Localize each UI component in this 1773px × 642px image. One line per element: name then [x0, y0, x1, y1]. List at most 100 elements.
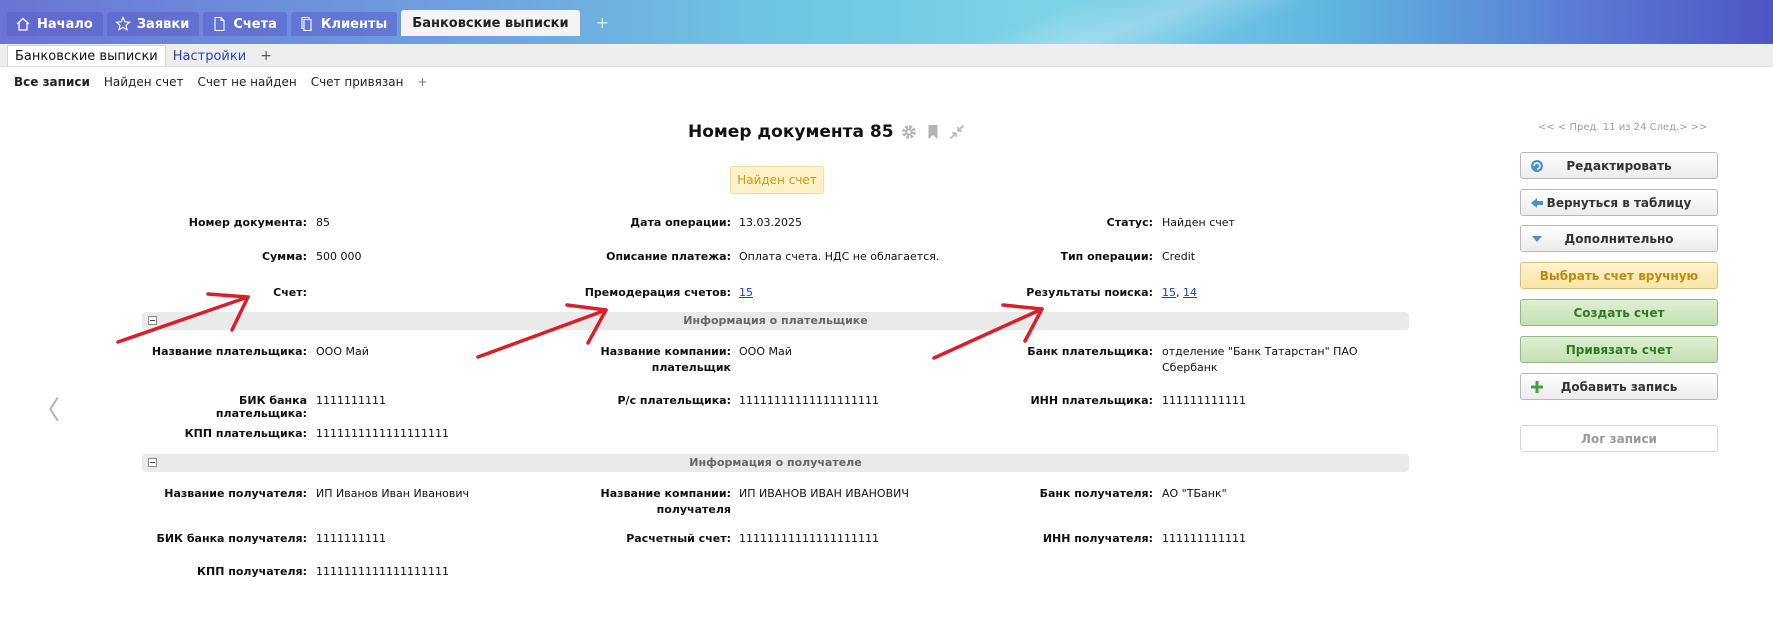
tab-clients[interactable]: Клиенты: [290, 12, 398, 36]
add-tab-button[interactable]: +: [596, 13, 609, 32]
sub-tabs: Банковские выписки Настройки +: [7, 44, 279, 66]
payer-company-label: Название компании: плательщик: [560, 345, 731, 374]
add-record-label: Добавить запись: [1560, 379, 1678, 394]
filter-all[interactable]: Все записи: [14, 75, 90, 89]
payer-company-label-line1: Название компании:: [600, 345, 731, 358]
status-value: Найден счет: [1162, 216, 1235, 229]
payer-name-value: ООО Май: [316, 345, 369, 358]
amount-value: 500 000: [316, 250, 362, 263]
edit-button[interactable]: Редактировать: [1520, 152, 1718, 179]
receiver-company-value: ИП ИВАНОВ ИВАН ИВАНОВИЧ: [739, 487, 909, 500]
payer-bik-value: 1111111111: [316, 394, 386, 407]
create-invoice-label: Создать счет: [1573, 305, 1665, 320]
choose-invoice-manually-button[interactable]: Выбрать счет вручную: [1520, 262, 1718, 289]
payer-rs-label: Р/с плательщика:: [617, 394, 731, 407]
receiver-section-header[interactable]: Информация о получателе: [142, 454, 1409, 472]
home-icon: [16, 17, 30, 31]
receiver-company-label: Название компании: получателя: [560, 487, 731, 516]
receiver-company-label-line2: получателя: [656, 503, 731, 516]
receiver-section-title: Информация о получателе: [689, 456, 862, 469]
link-invoice-button[interactable]: Привязать счет: [1520, 336, 1718, 363]
refresh-icon: [1531, 160, 1543, 172]
subtab-settings[interactable]: Настройки: [166, 46, 253, 66]
record-log-button[interactable]: Лог записи: [1520, 425, 1718, 452]
record-pager[interactable]: << < Пред. 11 из 24 След.> >>: [1538, 122, 1708, 133]
search-results-label: Результаты поиска:: [1026, 286, 1153, 299]
tab-requests[interactable]: Заявки: [106, 12, 200, 36]
payer-section-title: Информация о плательщике: [683, 314, 868, 327]
payer-inn-value: 111111111111: [1162, 394, 1246, 407]
payer-kpp-label: КПП плательщика:: [184, 427, 307, 440]
previous-record-arrow-icon[interactable]: 〈: [34, 390, 60, 427]
tab-home[interactable]: Начало: [7, 12, 103, 36]
receiver-bik-label: БИК банка получателя:: [156, 532, 307, 545]
payer-rs-value: 11111111111111111111: [739, 394, 879, 407]
back-to-table-button[interactable]: Вернуться в таблицу: [1520, 189, 1718, 216]
subtab-add-button[interactable]: +: [253, 46, 279, 66]
document-icon: [214, 16, 225, 32]
create-invoice-button[interactable]: Создать счет: [1520, 299, 1718, 326]
gear-icon[interactable]: [900, 123, 918, 141]
subtab-bank-statements[interactable]: Банковские выписки: [7, 45, 166, 66]
filter-linked[interactable]: Счет привязан: [311, 75, 404, 89]
op-type-label: Тип операции:: [1060, 250, 1153, 263]
receiver-bank-value: АО "ТБанк": [1162, 487, 1227, 500]
more-button-label: Дополнительно: [1564, 231, 1674, 246]
receiver-name-label: Название получателя:: [164, 487, 307, 500]
receiver-account-label: Расчетный счет:: [626, 532, 731, 545]
more-button[interactable]: Дополнительно: [1520, 225, 1718, 252]
status-label: Статус:: [1106, 216, 1153, 229]
search-result-link[interactable]: 15: [1162, 286, 1176, 299]
payer-section-header[interactable]: Информация о плательщике: [142, 312, 1409, 330]
record-log-label: Лог записи: [1581, 431, 1657, 446]
add-record-button[interactable]: Добавить запись: [1520, 373, 1718, 400]
status-badge: Найден счет: [730, 166, 824, 194]
plus-icon: [1531, 381, 1543, 393]
receiver-kpp-value: 1111111111111111111: [316, 565, 449, 578]
payer-name-label: Название плательщика:: [151, 345, 307, 358]
tab-clients-label: Клиенты: [320, 16, 388, 32]
doc-number-label: Номер документа:: [188, 216, 307, 229]
search-result-link[interactable]: 14: [1183, 286, 1197, 299]
topbar-decoration: [940, 0, 1300, 44]
payer-inn-label: ИНН плательщика:: [1030, 394, 1153, 407]
receiver-company-label-line1: Название компании:: [600, 487, 731, 500]
tab-invoices-label: Счета: [233, 16, 277, 32]
collapse-icon[interactable]: [948, 123, 966, 141]
sub-tab-bar: Банковские выписки Настройки +: [0, 44, 1773, 67]
bookmark-icon[interactable]: [924, 123, 942, 141]
receiver-bik-value: 1111111111: [316, 532, 386, 545]
copy-icon: [301, 16, 312, 32]
record-header: Номер документа 85: [688, 122, 966, 142]
premoderation-label: Премодерация счетов:: [584, 286, 731, 299]
receiver-account-value: 11111111111111111111: [739, 532, 879, 545]
op-type-value: Credit: [1162, 250, 1196, 263]
filter-bar: Все записи Найден счет Счет не найден Сч…: [14, 75, 428, 89]
payer-bik-label: БИК банка плательщика:: [215, 394, 307, 420]
payer-bank-value-line1: отделение "Банк Татарстан" ПАО: [1162, 345, 1358, 358]
op-date-value: 13.03.2025: [739, 216, 802, 229]
pay-desc-label: Описание платежа:: [606, 250, 731, 263]
account-label: Счет:: [273, 286, 307, 299]
arrow-left-icon: [1531, 198, 1543, 208]
amount-label: Сумма:: [261, 250, 307, 263]
choose-invoice-manually-label: Выбрать счет вручную: [1539, 268, 1699, 283]
pay-desc-value: Оплата счета. НДС не облагается.: [739, 250, 940, 263]
search-results-value: 15, 14: [1162, 286, 1197, 299]
link-invoice-label: Привязать счет: [1565, 342, 1673, 357]
filter-add-button[interactable]: +: [417, 75, 427, 89]
back-to-table-label: Вернуться в таблицу: [1546, 195, 1692, 210]
star-icon: [114, 16, 131, 31]
doc-number-value: 85: [316, 216, 330, 229]
tab-bank-statements[interactable]: Банковские выписки: [401, 10, 580, 36]
edit-button-label: Редактировать: [1566, 158, 1672, 173]
receiver-inn-value: 111111111111: [1162, 532, 1246, 545]
filter-not-found[interactable]: Счет не найден: [197, 75, 296, 89]
filter-found[interactable]: Найден счет: [104, 75, 184, 89]
premoderation-link[interactable]: 15: [739, 286, 753, 299]
tab-invoices[interactable]: Счета: [203, 12, 287, 36]
top-navigation-bar: Начало Заявки Счета Клиенты Банковские в…: [0, 0, 1773, 44]
tab-bank-statements-label: Банковские выписки: [412, 15, 569, 31]
top-tabs: Начало Заявки Счета Клиенты Банковские в…: [7, 10, 609, 36]
payer-bank-label: Банк плательщика:: [1027, 345, 1153, 358]
